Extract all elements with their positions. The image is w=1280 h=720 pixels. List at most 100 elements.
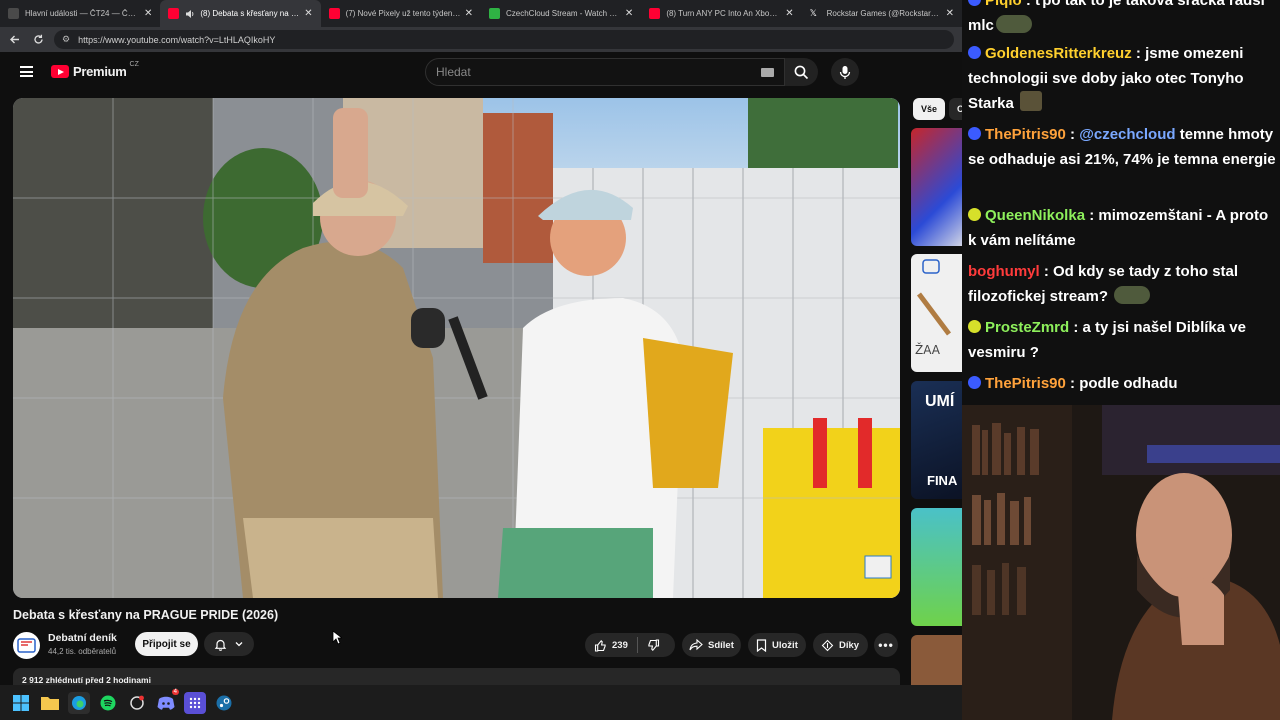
microphone-icon xyxy=(839,65,851,79)
menu-icon[interactable] xyxy=(20,66,33,77)
youtube-logo[interactable]: Premium CZ xyxy=(51,61,139,79)
meme-emote-icon xyxy=(1020,91,1043,111)
save-button[interactable]: Uložit xyxy=(748,633,806,657)
search-button[interactable] xyxy=(785,58,818,86)
discord-badge: 4 xyxy=(171,688,179,695)
save-label: Uložit xyxy=(772,639,798,651)
tab-rockstar-x[interactable]: 𝕏 Rockstar Games (@RockstarGame ✕ xyxy=(802,0,962,27)
steam-icon[interactable] xyxy=(213,692,235,714)
description-box[interactable]: 2 912 zhlédnutí před 2 hodinami xyxy=(13,668,900,685)
logo-text: Premium xyxy=(73,64,127,79)
stream-chat: Piqlo : ťpó tak to je taková srácka radš… xyxy=(962,0,1280,405)
recommendation-thumbnail[interactable]: UMÍ FINA xyxy=(911,381,962,499)
app-grid-icon[interactable] xyxy=(184,691,206,714)
tab-xbox-pc[interactable]: (8) Turn ANY PC Into An Xbox! HU ✕ xyxy=(641,0,801,27)
chat-username[interactable]: ThePitris90 xyxy=(985,375,1066,392)
join-button[interactable]: Připojit se xyxy=(135,632,198,656)
tab-title: Rockstar Games (@RockstarGame xyxy=(826,9,942,18)
region-code: CZ xyxy=(129,61,139,68)
like-count: 239 xyxy=(612,639,628,651)
recommendation-thumbnail[interactable] xyxy=(911,508,962,626)
chat-message: GoldenesRitterkreuz : jsme omezeni techn… xyxy=(968,45,1244,112)
dislike-button[interactable] xyxy=(638,633,669,657)
tab-close-icon[interactable]: ✕ xyxy=(144,8,152,19)
chat-username[interactable]: GoldenesRitterkreuz xyxy=(985,45,1132,62)
chat-badge-icon xyxy=(968,127,981,140)
like-dislike-group: 239 xyxy=(585,633,675,657)
share-button[interactable]: Sdílet xyxy=(682,633,741,657)
recommendations-column: Vše O ŽAA UMÍ FINA xyxy=(911,98,962,685)
chat-username[interactable]: Piqlo xyxy=(985,0,1022,9)
windows-taskbar: 4 xyxy=(0,685,962,720)
edge-browser-icon[interactable] xyxy=(68,691,90,714)
tab-title: (8) Debata s křesťany na PRAGUE xyxy=(200,9,300,18)
rec-label: FINA xyxy=(927,473,958,488)
url-field[interactable]: ⚙ https://www.youtube.com/watch?v=LtHLAQ… xyxy=(54,30,954,49)
search-input[interactable]: Hledat xyxy=(425,58,785,86)
channel-logo-icon xyxy=(17,638,36,653)
chat-username[interactable]: boghumyl xyxy=(968,263,1040,280)
channel-name[interactable]: Debatní deník xyxy=(48,632,117,644)
tab-close-icon[interactable]: ✕ xyxy=(465,8,473,19)
chat-badge-icon xyxy=(968,208,981,221)
reload-icon[interactable] xyxy=(30,32,46,48)
chat-username[interactable]: ThePitris90 xyxy=(985,126,1066,143)
share-label: Sdílet xyxy=(708,639,734,651)
streamer-webcam xyxy=(962,405,1280,720)
browser-tab-bar: Hlavní události — ČT24 — Česká ✕ (8) Deb… xyxy=(0,0,962,27)
tab-close-icon[interactable]: ✕ xyxy=(946,8,954,19)
chat-username[interactable]: QueenNikolka xyxy=(985,207,1085,224)
tab-title: (8) Turn ANY PC Into An Xbox! HU xyxy=(666,9,782,18)
notification-bell-button[interactable] xyxy=(204,632,254,656)
views-and-date: 2 912 zhlédnutí před 2 hodinami xyxy=(22,675,151,685)
chat-mention[interactable]: @czechcloud xyxy=(1079,126,1175,143)
recommendation-thumbnail[interactable] xyxy=(911,128,962,246)
chat-badge-icon xyxy=(968,46,981,59)
more-horizontal-icon: ••• xyxy=(878,638,894,652)
tab-pixely[interactable]: (7) Nové Pixely už tento týden. | P ✕ xyxy=(321,0,481,27)
thumbnail-art: ŽAA xyxy=(915,259,951,357)
youtube-favicon-icon xyxy=(168,8,180,19)
chat-message: ThePitris90 : @czechcloud temne hmoty se… xyxy=(968,126,1276,168)
tab-czechcloud[interactable]: CzechCloud Stream - Watch Live o ✕ xyxy=(481,0,641,27)
tab-close-icon[interactable]: ✕ xyxy=(304,8,312,19)
chip-other[interactable]: O xyxy=(949,98,962,120)
tab-debata-youtube[interactable]: (8) Debata s křesťany na PRAGUE ✕ xyxy=(160,0,321,27)
bell-icon xyxy=(214,639,226,651)
video-player[interactable] xyxy=(13,98,900,598)
recommendation-thumbnail[interactable] xyxy=(911,635,962,685)
youtube-favicon-icon xyxy=(649,8,661,19)
screen: Hlavní události — ČT24 — Česká ✕ (8) Deb… xyxy=(0,0,1280,720)
channel-avatar[interactable] xyxy=(13,632,40,659)
search-placeholder: Hledat xyxy=(436,65,471,79)
spotify-icon[interactable] xyxy=(97,692,119,714)
ct24-favicon-icon xyxy=(8,8,19,19)
frog-emote-icon xyxy=(1114,286,1151,304)
bookmark-icon xyxy=(756,638,767,652)
thanks-button[interactable]: Díky xyxy=(813,633,868,657)
back-arrow-icon[interactable] xyxy=(6,32,22,48)
more-actions-button[interactable]: ••• xyxy=(874,633,898,657)
chip-all[interactable]: Vše xyxy=(913,98,946,120)
thumbs-up-icon xyxy=(594,639,607,652)
tab-ct24[interactable]: Hlavní události — ČT24 — Česká ✕ xyxy=(0,0,160,27)
tab-close-icon[interactable]: ✕ xyxy=(625,8,633,19)
chat-username[interactable]: ProsteZmrd xyxy=(985,319,1069,336)
chatgpt-icon[interactable] xyxy=(126,692,148,714)
like-button[interactable]: 239 xyxy=(585,633,637,657)
discord-icon[interactable]: 4 xyxy=(155,688,179,714)
tab-close-icon[interactable]: ✕ xyxy=(785,8,793,19)
share-arrow-icon xyxy=(689,639,703,651)
windows-start-icon[interactable] xyxy=(10,692,32,714)
x-favicon-icon: 𝕏 xyxy=(809,8,817,18)
keyboard-icon[interactable] xyxy=(761,68,774,77)
chat-message: Piqlo : ťpó tak to je taková srácka radš… xyxy=(968,0,1280,38)
webcam-frame xyxy=(962,405,1280,720)
site-info-icon[interactable]: ⚙ xyxy=(62,34,70,45)
file-explorer-icon[interactable] xyxy=(39,692,61,714)
chat-message: QueenNikolka : mimozemštani - A proto k … xyxy=(968,207,1269,249)
speaker-icon[interactable] xyxy=(185,9,195,19)
voice-search-button[interactable] xyxy=(831,58,859,86)
thanks-dollar-icon xyxy=(821,639,834,652)
recommendation-thumbnail[interactable]: ŽAA xyxy=(911,254,962,372)
